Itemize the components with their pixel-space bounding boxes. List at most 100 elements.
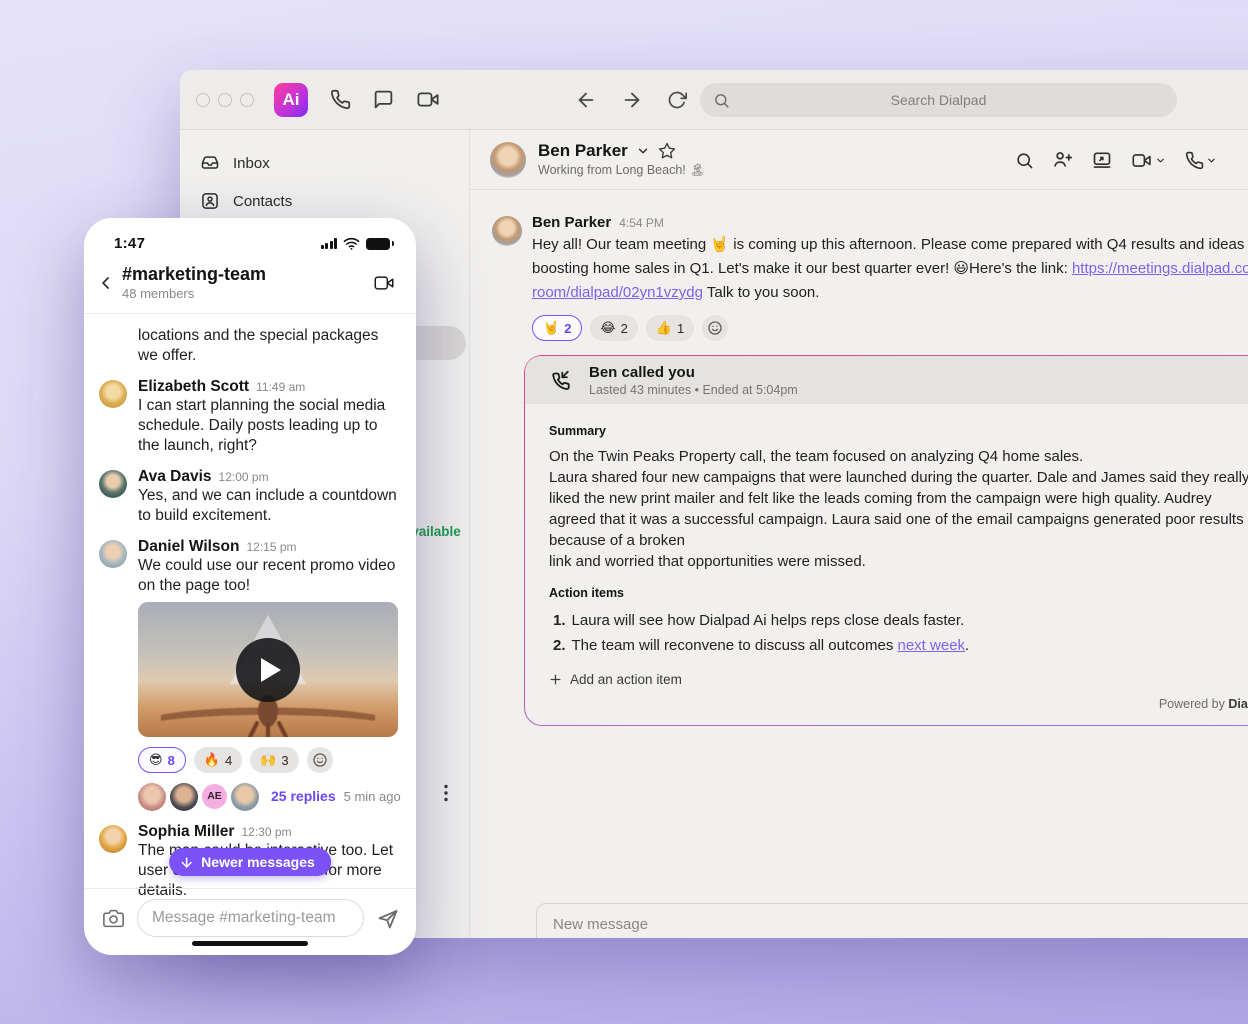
sidebar-item-label: Inbox <box>233 155 270 172</box>
message-input[interactable] <box>553 916 1248 933</box>
dialpad-ai-logo: Ai <box>274 83 308 117</box>
video-attachment[interactable] <box>138 602 398 737</box>
forward-icon[interactable] <box>621 89 643 111</box>
logo-text: Ai <box>283 90 300 110</box>
reaction-pill[interactable]: 😎8 <box>138 747 186 773</box>
maximize-window-icon[interactable] <box>240 93 254 107</box>
camera-icon[interactable] <box>102 908 125 929</box>
avatar[interactable] <box>99 540 127 568</box>
battery-icon <box>366 238 390 250</box>
meetings-tab-icon[interactable] <box>416 89 440 110</box>
avatar[interactable] <box>492 216 522 246</box>
chevron-down-icon[interactable] <box>636 144 650 158</box>
reaction-count: 2 <box>621 321 628 336</box>
reaction-emoji: 🤘 <box>543 320 559 336</box>
more-options-icon[interactable] <box>444 784 448 802</box>
action-item: 1.Laura will see how Dialpad Ai helps re… <box>549 608 1248 633</box>
star-icon[interactable] <box>658 142 676 160</box>
avatar <box>138 783 166 811</box>
phone-message-input-wrap <box>137 899 364 937</box>
next-week-link[interactable]: next week <box>898 637 966 654</box>
close-window-icon[interactable] <box>196 93 210 107</box>
add-reaction-icon[interactable] <box>307 747 333 773</box>
message-author: Elizabeth Scott <box>138 378 249 396</box>
conversation-actions <box>1015 130 1217 190</box>
send-icon[interactable] <box>376 906 400 930</box>
conversation-title[interactable]: Ben Parker <box>538 141 628 161</box>
avatar[interactable] <box>490 142 526 178</box>
meeting-link[interactable]: room/dialpad/02yn1vzydg <box>532 284 703 301</box>
reaction-pill[interactable]: 👍1 <box>646 315 694 341</box>
reactions-row: 🤘2 😂2 👍1 <box>532 315 1248 341</box>
reaction-count: 1 <box>677 321 684 336</box>
calls-tab-icon[interactable] <box>330 89 351 110</box>
reaction-count: 4 <box>225 753 232 768</box>
message-author: Sophia Miller <box>138 823 234 841</box>
share-screen-icon[interactable] <box>1092 150 1112 170</box>
channel-header: #marketing-team 48 members <box>84 252 416 314</box>
reaction-pill[interactable]: 🙌3 <box>250 747 298 773</box>
sidebar-item-inbox[interactable]: Inbox <box>180 144 469 182</box>
message-continuation: locations and the special packages we of… <box>99 326 401 366</box>
global-search[interactable] <box>700 83 1177 117</box>
mobile-phone-overlay: 1:47 #marketing-team 48 members location… <box>84 218 416 955</box>
thread-replies[interactable]: AE 25 replies 5 min ago <box>138 781 401 811</box>
add-action-item-button[interactable]: Add an action item <box>549 672 1248 687</box>
start-call-icon[interactable] <box>1185 151 1217 170</box>
avatar[interactable] <box>99 470 127 498</box>
traffic-lights[interactable] <box>196 93 254 107</box>
message-text: I can start planning the social media sc… <box>138 396 385 456</box>
channel-members: 48 members <box>122 286 266 301</box>
summary-text: On the Twin Peaks Property call, the tea… <box>549 446 1248 572</box>
add-reaction-icon[interactable] <box>702 315 728 341</box>
meeting-link[interactable]: https://meetings.dialpad.com/ <box>1072 260 1248 277</box>
message-text: We could use our recent promo video on t… <box>138 556 401 596</box>
avatar[interactable] <box>99 380 127 408</box>
channel-title[interactable]: #marketing-team <box>122 264 266 285</box>
messages-tab-icon[interactable] <box>373 89 394 110</box>
powered-by: Powered by Dialpad Ai <box>549 697 1248 711</box>
reaction-pill[interactable]: 😂2 <box>590 315 637 341</box>
call-summary-card: Ben called you Lasted 43 minutes • Ended… <box>524 355 1248 726</box>
message-author: Ben Parker <box>532 214 611 231</box>
channel-message-list: locations and the special packages we of… <box>84 314 416 901</box>
message-time: 11:49 am <box>256 380 305 394</box>
search-input[interactable] <box>700 83 1177 117</box>
back-icon[interactable] <box>575 89 597 111</box>
minimize-window-icon[interactable] <box>218 93 232 107</box>
sidebar-item-contacts[interactable]: Contacts <box>180 182 469 220</box>
newer-messages-button[interactable]: Newer messages <box>169 848 331 876</box>
reaction-emoji: 🔥 <box>204 752 220 768</box>
message: Daniel Wilson 12:15 pm We could use our r… <box>99 538 401 811</box>
video-call-icon[interactable] <box>372 273 396 293</box>
refresh-icon[interactable] <box>667 90 687 110</box>
browser-nav <box>575 70 687 130</box>
reaction-pill[interactable]: 🔥4 <box>194 747 242 773</box>
inbox-icon <box>200 153 220 173</box>
message-composer[interactable] <box>536 903 1248 938</box>
message-author: Daniel Wilson <box>138 538 239 556</box>
message: Elizabeth Scott 11:49 am I can start plan… <box>99 378 401 456</box>
action-items-label: Action items <box>549 586 1248 600</box>
start-video-icon[interactable] <box>1131 151 1166 170</box>
message-time: 4:54 PM <box>619 216 664 230</box>
message-time: 12:15 pm <box>246 540 296 554</box>
phone-status-bar: 1:47 <box>84 218 416 252</box>
message-list: Ben Parker 4:54 PM Hey all! Our team mee… <box>470 190 1248 938</box>
reaction-pill[interactable]: 🤘2 <box>532 315 582 341</box>
avatar-initials: AE <box>202 784 227 809</box>
titlebar: Ai <box>180 70 1248 130</box>
phone-message-input[interactable] <box>138 900 363 936</box>
back-chevron-icon[interactable] <box>96 273 116 293</box>
search-in-conversation-icon[interactable] <box>1015 151 1034 170</box>
play-button[interactable] <box>236 638 300 702</box>
home-indicator[interactable] <box>192 941 308 946</box>
message-text: Hey all! Our team meeting 🤘 is coming up… <box>532 233 1248 305</box>
conversation-pane: Ben Parker Working from Long Beach! 🏝 <box>470 130 1248 938</box>
replies-link[interactable]: 25 replies <box>271 788 336 804</box>
add-person-icon[interactable] <box>1053 150 1073 170</box>
message: Ben Parker 4:54 PM Hey all! Our team mee… <box>470 190 1248 341</box>
down-arrow-icon <box>179 855 194 870</box>
message-text: Yes, and we can include a countdown to b… <box>138 486 397 526</box>
avatar[interactable] <box>99 825 127 853</box>
